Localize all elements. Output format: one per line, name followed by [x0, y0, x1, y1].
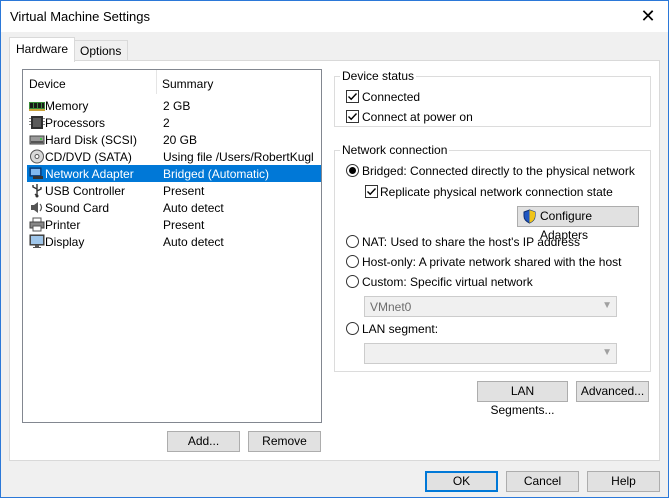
usb-icon [32, 184, 42, 198]
host-only-radio[interactable] [346, 255, 359, 268]
device-name: CD/DVD (SATA) [45, 150, 132, 164]
custom-radio[interactable] [346, 275, 359, 288]
checkmark-icon [367, 188, 377, 196]
ok-button[interactable]: OK [425, 471, 498, 492]
nat-radio[interactable] [346, 235, 359, 248]
replicate-state-checkbox[interactable] [365, 185, 378, 198]
device-name: USB Controller [45, 184, 126, 198]
device-row-display[interactable]: Display Auto detect [27, 233, 321, 250]
chevron-down-icon: ▼ [602, 300, 612, 311]
tab-options-label: Options [80, 44, 122, 58]
shield-icon [523, 209, 536, 224]
device-summary: 2 GB [163, 99, 191, 113]
device-summary: 20 GB [163, 133, 198, 147]
chevron-down-icon: ▼ [602, 347, 612, 358]
nat-label[interactable]: NAT: Used to share the host's IP address [362, 235, 580, 249]
column-header-summary[interactable]: Summary [162, 77, 213, 91]
connect-at-power-on-label[interactable]: Connect at power on [362, 110, 473, 124]
display-icon [29, 234, 45, 248]
device-summary: Auto detect [163, 201, 224, 215]
add-device-button[interactable]: Add... [167, 431, 240, 452]
device-summary: Bridged (Automatic) [163, 167, 270, 181]
device-summary: Present [163, 218, 205, 232]
help-button[interactable]: Help [587, 471, 660, 492]
window-title: Virtual Machine Settings [10, 9, 150, 24]
list-header: Device Summary [23, 70, 321, 94]
tab-options[interactable]: Options [73, 40, 129, 60]
device-row-printer[interactable]: Printer Present [27, 216, 321, 233]
device-name: Printer [45, 218, 81, 232]
tab-hardware[interactable]: Hardware [9, 37, 76, 62]
checkmark-icon [348, 93, 358, 101]
device-status-legend: Device status [340, 69, 417, 83]
device-row-network-adapter[interactable]: Network Adapter Bridged (Automatic) [27, 165, 321, 182]
lan-segments-button[interactable]: LAN Segments... [477, 381, 568, 417]
device-list[interactable]: Device Summary Memory 2 GB Processors 2 … [22, 69, 322, 423]
advanced-button[interactable]: Advanced... [576, 381, 649, 402]
host-only-label[interactable]: Host-only: A private network shared with… [362, 255, 621, 269]
device-row-sound-card[interactable]: Sound Card Auto detect [27, 199, 321, 216]
connect-at-power-on-checkbox[interactable] [346, 110, 359, 123]
device-row-memory[interactable]: Memory 2 GB [27, 97, 321, 114]
network-connection-legend: Network connection [340, 143, 450, 157]
cd-dvd-icon [30, 149, 44, 164]
hardware-panel: Device Summary Memory 2 GB Processors 2 … [9, 60, 660, 461]
cancel-button[interactable]: Cancel [506, 471, 579, 492]
hard-disk-icon [29, 135, 45, 145]
column-divider[interactable] [156, 70, 157, 94]
printer-icon [29, 217, 45, 232]
tab-hardware-label: Hardware [16, 42, 69, 56]
memory-icon [29, 102, 45, 111]
close-icon[interactable]: ✕ [638, 5, 658, 27]
title-bar: Virtual Machine Settings ✕ [1, 1, 668, 32]
connected-label[interactable]: Connected [362, 90, 420, 104]
device-name: Memory [45, 99, 89, 113]
device-row-usb-controller[interactable]: USB Controller Present [27, 182, 321, 199]
device-name: Display [45, 235, 85, 249]
lan-segment-radio[interactable] [346, 322, 359, 335]
lan-segment-label[interactable]: LAN segment: [362, 322, 438, 336]
device-name: Hard Disk (SCSI) [45, 133, 138, 147]
connected-checkbox[interactable] [346, 90, 359, 103]
custom-network-select[interactable]: VMnet0 ▼ [364, 296, 617, 317]
replicate-state-label[interactable]: Replicate physical network connection st… [380, 185, 613, 199]
device-name: Processors [45, 116, 106, 130]
network-adapter-icon [29, 167, 43, 179]
processor-icon [29, 116, 45, 129]
device-summary: Using file /Users/RobertKugl... [163, 150, 313, 164]
remove-device-button[interactable]: Remove [248, 431, 321, 452]
device-name: Network Adapter [45, 167, 134, 181]
virtual-machine-settings-window: Virtual Machine Settings ✕ Hardware Opti… [0, 0, 669, 498]
custom-network-value: VMnet0 [370, 300, 412, 314]
sound-card-icon [31, 202, 43, 213]
checkmark-icon [348, 113, 358, 121]
device-summary: Present [163, 184, 205, 198]
bridged-radio[interactable] [346, 164, 359, 177]
device-row-processors[interactable]: Processors 2 [27, 114, 321, 131]
custom-label[interactable]: Custom: Specific virtual network [362, 275, 533, 289]
configure-adapters-button[interactable]: Configure Adapters [517, 206, 639, 242]
device-row-cd-dvd[interactable]: CD/DVD (SATA) Using file /Users/RobertKu… [27, 148, 321, 165]
lan-segment-select[interactable]: ▼ [364, 343, 617, 364]
column-header-device[interactable]: Device [29, 77, 66, 91]
device-summary: 2 [163, 116, 170, 130]
device-row-hard-disk[interactable]: Hard Disk (SCSI) 20 GB [27, 131, 321, 148]
bridged-label[interactable]: Bridged: Connected directly to the physi… [362, 164, 635, 178]
device-summary: Auto detect [163, 235, 224, 249]
device-name: Sound Card [45, 201, 110, 215]
